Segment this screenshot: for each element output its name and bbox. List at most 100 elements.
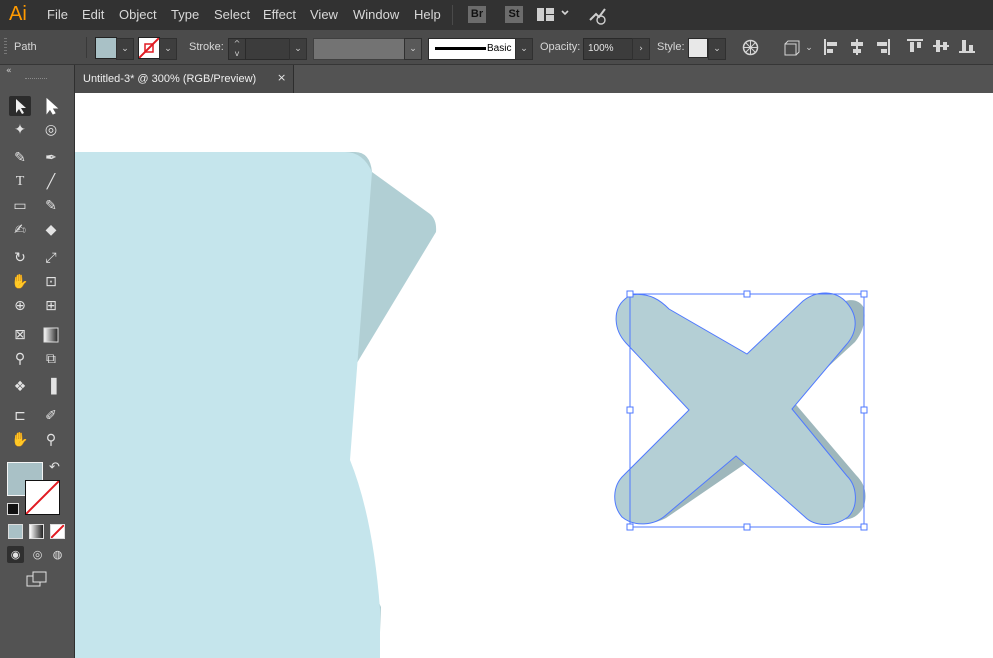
zoom-tool-icon[interactable]: ⚲ bbox=[40, 430, 62, 450]
fill-dropdown-button[interactable]: ⌄ bbox=[116, 38, 134, 60]
warp-tool-icon[interactable]: ✋ bbox=[9, 272, 31, 292]
recolor-artwork-icon[interactable] bbox=[742, 39, 759, 56]
pen-tool-icon[interactable]: ✎ bbox=[9, 148, 31, 168]
fill-stroke-swap-icon[interactable]: ↶ bbox=[49, 460, 60, 475]
lasso-tool-icon[interactable]: ◎ bbox=[40, 120, 62, 140]
perspective-grid-tool-icon[interactable]: ⊞ bbox=[40, 296, 62, 316]
stroke-dropdown-button[interactable]: ⌄ bbox=[159, 38, 177, 60]
x-icon bbox=[614, 292, 856, 525]
tools-panel: « ✦ ◎ ✎ ✒ T ╱ ▭ ✎ ✍ ◆ ↻ ⤢ ✋ ⊡ ⊕ ⊞ ⊠ ⚲ ⧉ … bbox=[0, 65, 75, 658]
align-left-icon[interactable] bbox=[824, 39, 838, 55]
artboard-canvas[interactable] bbox=[75, 94, 993, 658]
align-vertical-center-icon[interactable] bbox=[933, 39, 949, 53]
brush-definition-label: Basic bbox=[487, 43, 512, 54]
align-horizontal-center-icon[interactable] bbox=[850, 39, 864, 55]
menu-separator bbox=[452, 5, 453, 25]
opacity-value: 100% bbox=[588, 43, 614, 54]
transform-dropdown[interactable]: ⌄ bbox=[801, 38, 817, 58]
slice-tool-icon[interactable]: ✐ bbox=[40, 406, 62, 426]
scale-tool-icon[interactable]: ⤢ bbox=[40, 248, 62, 268]
stock-button[interactable]: St bbox=[505, 6, 523, 23]
selection-handle bbox=[626, 406, 634, 414]
workspace-switcher-icon[interactable] bbox=[537, 8, 554, 21]
symbol-sprayer-tool-icon[interactable]: ❖ bbox=[9, 377, 31, 397]
eraser-tool-icon[interactable]: ◆ bbox=[40, 220, 62, 240]
gradient-tool-icon[interactable] bbox=[40, 325, 62, 345]
transform-reference-icon[interactable] bbox=[783, 39, 801, 57]
shape-builder-tool-icon[interactable]: ⊕ bbox=[9, 296, 31, 316]
hand-tool-icon[interactable]: ✋ bbox=[9, 430, 31, 450]
menu-window[interactable]: Window bbox=[353, 7, 399, 22]
graphic-style-dropdown[interactable]: ⌄ bbox=[708, 38, 726, 60]
control-separator bbox=[86, 37, 87, 58]
opacity-field[interactable]: 100% bbox=[583, 38, 633, 60]
menu-view[interactable]: View bbox=[310, 7, 338, 22]
type-tool-icon[interactable]: T bbox=[9, 172, 31, 192]
align-top-icon[interactable] bbox=[907, 39, 923, 53]
brush-definition-dropdown[interactable]: ⌄ bbox=[515, 38, 533, 60]
stroke-weight-stepper[interactable]: ^ v bbox=[228, 38, 246, 60]
brush-definition-field[interactable]: Basic bbox=[428, 38, 517, 60]
menu-bar: Ai File Edit Object Type Select Effect V… bbox=[0, 0, 993, 30]
curvature-tool-icon[interactable]: ✒ bbox=[40, 148, 62, 168]
default-fill-stroke-icon[interactable] bbox=[7, 503, 19, 515]
screen-mode-button[interactable] bbox=[26, 571, 48, 589]
menu-select[interactable]: Select bbox=[214, 7, 250, 22]
shaper-tool-icon[interactable]: ✍ bbox=[9, 220, 31, 240]
free-transform-tool-icon[interactable]: ⊡ bbox=[40, 272, 62, 292]
bridge-button[interactable]: Br bbox=[468, 6, 486, 23]
panel-grip[interactable] bbox=[25, 78, 47, 83]
brush-stroke-preview bbox=[435, 47, 486, 50]
selection-handle bbox=[626, 523, 634, 531]
gpu-performance-icon[interactable] bbox=[588, 5, 608, 25]
menu-type[interactable]: Type bbox=[171, 7, 199, 22]
artboard-tool-icon[interactable]: ⊏ bbox=[9, 406, 31, 426]
blend-tool-icon[interactable]: ⧉ bbox=[40, 349, 62, 369]
paintbrush-tool-icon[interactable]: ✎ bbox=[40, 196, 62, 216]
stroke-weight-dropdown[interactable]: ⌄ bbox=[289, 38, 307, 60]
selection-handle bbox=[626, 290, 634, 298]
align-right-icon[interactable] bbox=[876, 39, 890, 55]
artwork bbox=[75, 152, 868, 658]
control-bar: Path ⌄ ⌄ Stroke: ^ v ⌄ ⌄ Basic ⌄ Opacity:… bbox=[0, 30, 993, 65]
selection-type-label: Path bbox=[14, 41, 37, 53]
align-bottom-icon[interactable] bbox=[959, 39, 975, 53]
opacity-flyout-button[interactable]: › bbox=[632, 38, 650, 60]
none-mode-button[interactable] bbox=[50, 524, 65, 539]
direct-selection-tool-icon[interactable] bbox=[40, 96, 62, 116]
document-tab[interactable]: Untitled-3* @ 300% (RGB/Preview) × bbox=[75, 65, 294, 93]
variable-width-profile-dropdown[interactable]: ⌄ bbox=[404, 38, 422, 60]
column-graph-tool-icon[interactable]: ▐ bbox=[40, 377, 62, 397]
rotate-tool-icon[interactable]: ↻ bbox=[9, 248, 31, 268]
variable-width-profile-field[interactable] bbox=[313, 38, 406, 60]
line-segment-tool-icon[interactable]: ╱ bbox=[40, 172, 62, 192]
document-tab-bar: Untitled-3* @ 300% (RGB/Preview) × bbox=[75, 65, 993, 93]
menu-edit[interactable]: Edit bbox=[82, 7, 104, 22]
panel-collapse-icon[interactable]: « bbox=[6, 66, 12, 76]
document-tab-title: Untitled-3* @ 300% (RGB/Preview) bbox=[83, 73, 257, 85]
stroke-color-swatch[interactable] bbox=[138, 37, 160, 59]
chevron-down-icon[interactable] bbox=[560, 8, 570, 18]
color-mode-button[interactable] bbox=[8, 524, 23, 539]
menu-effect[interactable]: Effect bbox=[263, 7, 296, 22]
draw-behind-mode-button[interactable]: ◎ bbox=[29, 546, 46, 563]
gradient-mode-button[interactable] bbox=[29, 524, 44, 539]
stroke-label: Stroke: bbox=[189, 41, 224, 53]
close-icon[interactable]: × bbox=[277, 71, 289, 85]
menu-object[interactable]: Object bbox=[119, 7, 157, 22]
rectangle-tool-icon[interactable]: ▭ bbox=[9, 196, 31, 216]
selection-tool-icon[interactable] bbox=[9, 96, 31, 116]
draw-normal-mode-button[interactable]: ◉ bbox=[7, 546, 24, 563]
app-logo: Ai bbox=[9, 3, 27, 25]
selection-handle bbox=[860, 523, 868, 531]
menu-help[interactable]: Help bbox=[414, 7, 441, 22]
menu-file[interactable]: File bbox=[47, 7, 68, 22]
graphic-style-swatch[interactable] bbox=[688, 38, 708, 58]
magic-wand-tool-icon[interactable]: ✦ bbox=[9, 120, 31, 140]
stroke-color-swatch[interactable] bbox=[25, 480, 60, 515]
stroke-weight-field[interactable] bbox=[245, 38, 293, 60]
fill-color-swatch[interactable] bbox=[95, 37, 117, 59]
draw-inside-mode-button[interactable]: ◍ bbox=[49, 546, 66, 563]
eyedropper-tool-icon[interactable]: ⚲ bbox=[9, 349, 31, 369]
mesh-tool-icon[interactable]: ⊠ bbox=[9, 325, 31, 345]
